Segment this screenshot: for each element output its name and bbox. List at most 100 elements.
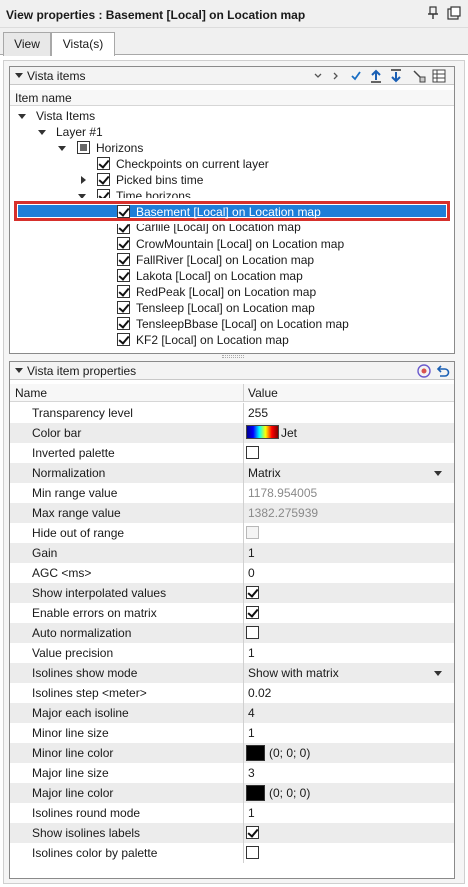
undo-icon[interactable] xyxy=(435,363,451,379)
property-row[interactable]: Isolines color by palette xyxy=(10,843,454,863)
item-checkbox[interactable] xyxy=(117,237,130,250)
colorbar-swatch[interactable] xyxy=(246,425,279,439)
tab-view[interactable]: View xyxy=(3,32,51,56)
collapse-icon[interactable] xyxy=(310,68,326,84)
item-name-column-header[interactable]: Item name xyxy=(10,90,454,106)
vista-items-header[interactable]: Vista items xyxy=(10,67,454,85)
item-checkbox[interactable] xyxy=(117,317,130,330)
dropdown-arrow-icon[interactable] xyxy=(434,671,442,676)
item-checkbox[interactable] xyxy=(97,173,110,186)
item-checkbox[interactable] xyxy=(117,269,130,282)
tree-item-redpeak[interactable]: RedPeak [Local] on Location map xyxy=(10,284,450,300)
property-value[interactable]: 0.02 xyxy=(248,686,271,700)
target-icon[interactable] xyxy=(416,363,432,379)
item-checkbox[interactable] xyxy=(117,285,130,298)
eraser-icon[interactable] xyxy=(411,68,427,84)
property-checkbox[interactable] xyxy=(246,626,259,639)
color-swatch[interactable] xyxy=(246,785,265,801)
dropdown-arrow-icon[interactable] xyxy=(434,471,442,476)
expand-arrow-icon[interactable] xyxy=(58,146,66,151)
panel-splitter[interactable] xyxy=(222,355,244,358)
move-down-icon[interactable] xyxy=(388,68,404,84)
tree-item-label: Horizons xyxy=(96,141,144,155)
tree-item-time-horizons[interactable]: Time horizons xyxy=(10,188,450,198)
property-row[interactable]: Major line color (0; 0; 0) xyxy=(10,783,454,803)
property-row[interactable]: Minor line size 1 xyxy=(10,723,454,743)
color-swatch[interactable] xyxy=(246,745,265,761)
tree-item-horizons[interactable]: Horizons xyxy=(10,140,450,156)
expand-arrow-icon[interactable] xyxy=(38,130,46,135)
property-row[interactable]: Color bar Jet xyxy=(10,423,454,443)
property-value[interactable]: 255 xyxy=(248,406,268,420)
tree-item-picked-bins[interactable]: Picked bins time xyxy=(10,172,450,188)
tree-item-kf2[interactable]: KF2 [Local] on Location map xyxy=(10,332,450,348)
column-divider[interactable] xyxy=(243,403,244,863)
property-value[interactable]: 1 xyxy=(248,646,255,660)
property-row[interactable]: Hide out of range xyxy=(10,523,454,543)
pin-icon[interactable] xyxy=(426,6,440,20)
property-value[interactable]: 1 xyxy=(248,726,255,740)
property-row[interactable]: Enable errors on matrix xyxy=(10,603,454,623)
property-row[interactable]: Show interpolated values xyxy=(10,583,454,603)
expand-arrow-icon[interactable] xyxy=(78,194,86,198)
move-up-icon[interactable] xyxy=(368,68,384,84)
tree-item-crowmountain[interactable]: CrowMountain [Local] on Location map xyxy=(10,236,450,252)
property-value[interactable]: 4 xyxy=(248,706,255,720)
collapse-arrow-icon[interactable] xyxy=(15,368,23,373)
properties-header[interactable]: Vista item properties xyxy=(10,362,454,380)
partial-checkbox[interactable] xyxy=(77,141,90,154)
property-dropdown-value[interactable]: Show with matrix xyxy=(248,666,339,680)
property-row[interactable]: Normalization Matrix xyxy=(10,463,454,483)
item-checkbox[interactable] xyxy=(117,253,130,266)
expand-icon[interactable] xyxy=(328,68,344,84)
float-window-icon[interactable] xyxy=(447,6,461,20)
property-value[interactable]: 1 xyxy=(248,806,255,820)
property-row[interactable]: Minor line color (0; 0; 0) xyxy=(10,743,454,763)
property-row[interactable]: Major line size 3 xyxy=(10,763,454,783)
property-row[interactable]: Gain 1 xyxy=(10,543,454,563)
property-value[interactable]: 1 xyxy=(248,546,255,560)
expand-arrow-icon[interactable] xyxy=(81,176,86,184)
tree-item-tensleepbbase[interactable]: TensleepBbase [Local] on Location map xyxy=(10,316,450,332)
item-checkbox[interactable] xyxy=(97,189,110,198)
grid-view-icon[interactable] xyxy=(431,68,447,84)
check-all-icon[interactable] xyxy=(348,68,364,84)
property-row[interactable]: Auto normalization xyxy=(10,623,454,643)
tree-item-carlile[interactable]: Carlile [Local] on Location map xyxy=(10,224,450,234)
property-row[interactable]: Value precision 1 xyxy=(10,643,454,663)
tree-item-tensleep[interactable]: Tensleep [Local] on Location map xyxy=(10,300,450,316)
tree-item-lakota[interactable]: Lakota [Local] on Location map xyxy=(10,268,450,284)
property-row[interactable]: Isolines show mode Show with matrix xyxy=(10,663,454,683)
property-value[interactable]: 3 xyxy=(248,766,255,780)
tree-item-vista-items[interactable]: Vista Items xyxy=(10,108,450,124)
property-row[interactable]: AGC <ms> 0 xyxy=(10,563,454,583)
expand-arrow-icon[interactable] xyxy=(18,114,26,119)
item-checkbox[interactable] xyxy=(117,224,130,234)
property-row[interactable]: Major each isoline 4 xyxy=(10,703,454,723)
property-row[interactable]: Show isolines labels xyxy=(10,823,454,843)
property-row[interactable]: Isolines round mode 1 xyxy=(10,803,454,823)
item-checkbox[interactable] xyxy=(97,157,110,170)
tree-item-layer[interactable]: Layer #1 xyxy=(10,124,450,140)
item-checkbox[interactable] xyxy=(117,333,130,346)
property-checkbox[interactable] xyxy=(246,846,259,859)
collapse-arrow-icon[interactable] xyxy=(15,73,23,78)
tree-item-fallriver[interactable]: FallRiver [Local] on Location map xyxy=(10,252,450,268)
property-checkbox[interactable] xyxy=(246,606,259,619)
property-value[interactable]: 0 xyxy=(248,566,255,580)
property-row[interactable]: Inverted palette xyxy=(10,443,454,463)
tree-item-basement[interactable]: Basement [Local] on Location map xyxy=(10,204,450,220)
property-row[interactable]: Min range value 1178.954005 xyxy=(10,483,454,503)
property-checkbox[interactable] xyxy=(246,586,259,599)
property-dropdown-value[interactable]: Matrix xyxy=(248,466,281,480)
value-column-label: Value xyxy=(248,386,278,400)
tab-vistas[interactable]: Vista(s) xyxy=(51,32,115,56)
property-row[interactable]: Isolines step <meter> 0.02 xyxy=(10,683,454,703)
item-checkbox[interactable] xyxy=(117,301,130,314)
property-row[interactable]: Max range value 1382.275939 xyxy=(10,503,454,523)
property-row[interactable]: Transparency level 255 xyxy=(10,403,454,423)
tree-item-checkpoints[interactable]: Checkpoints on current layer xyxy=(10,156,450,172)
item-checkbox[interactable] xyxy=(117,205,130,218)
property-checkbox[interactable] xyxy=(246,446,259,459)
property-checkbox[interactable] xyxy=(246,826,259,839)
